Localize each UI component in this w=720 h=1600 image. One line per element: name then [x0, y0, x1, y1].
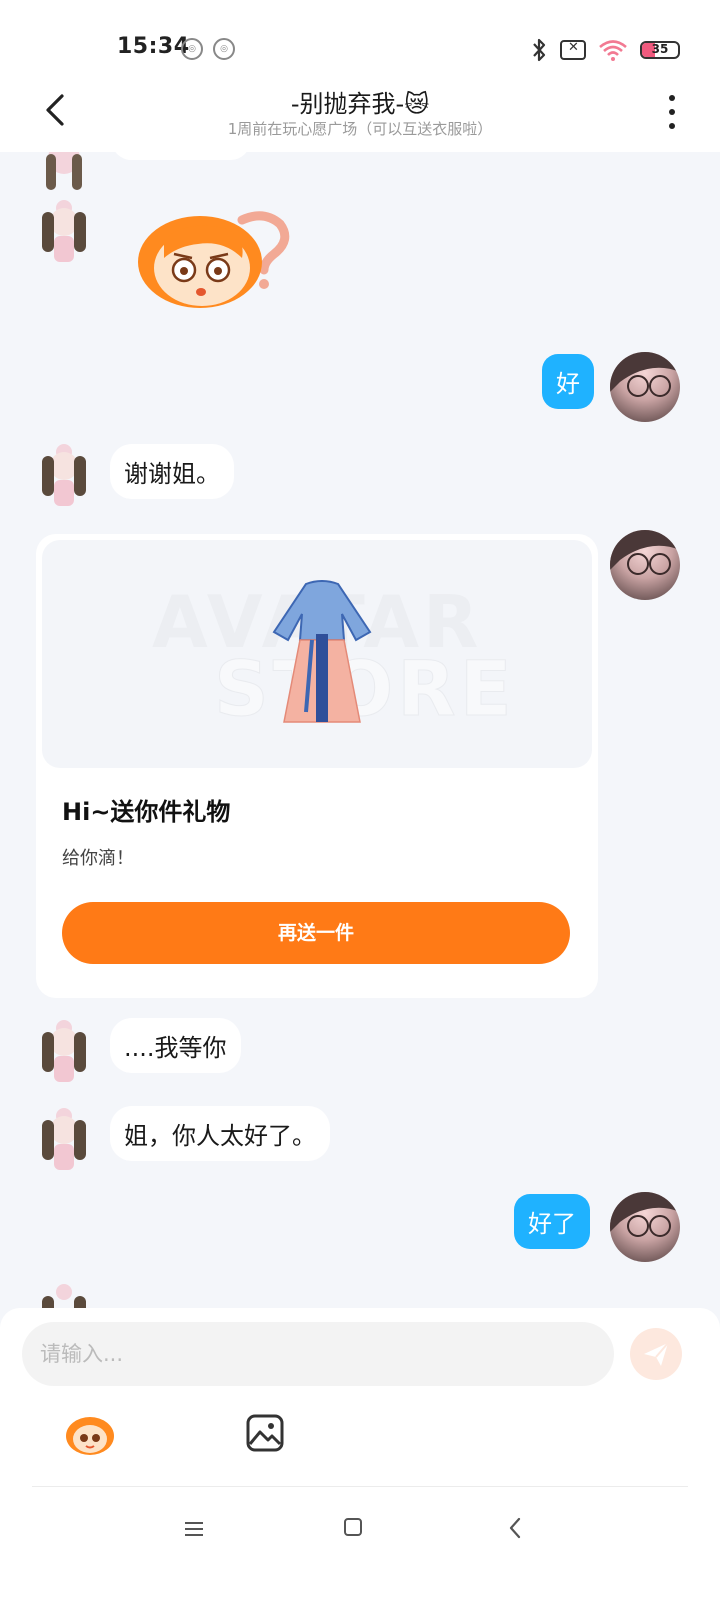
image-picker-button[interactable] [246, 1414, 284, 1452]
self-avatar[interactable] [610, 530, 680, 600]
system-back-button[interactable] [508, 1516, 522, 1540]
status-time: 15:34 [117, 34, 190, 59]
contact-avatar[interactable] [38, 198, 90, 266]
notification-icon: ◎ [213, 38, 235, 60]
message-bubble-self: 好 [542, 354, 594, 409]
emoji-button[interactable] [64, 1412, 116, 1456]
divider [32, 1486, 688, 1487]
gift-message: 给你滴！ [62, 848, 134, 869]
recent-apps-button[interactable] [184, 1520, 204, 1538]
bluetooth-icon [533, 38, 546, 62]
dot-icon [669, 109, 675, 115]
message-bubble-contact: ....我等你 [110, 1018, 241, 1073]
home-button[interactable] [344, 1518, 362, 1536]
contact-avatar[interactable] [38, 1106, 90, 1174]
chat-header: -别抛弃我-😿 1周前在玩心愿广场（可以互送衣服啦） [0, 80, 720, 152]
chat-subtitle: 1周前在玩心愿广场（可以互送衣服啦） [227, 120, 493, 138]
status-bar: 15:34 ◎ ◎ 35 [0, 0, 720, 80]
message-bubble-contact: 姐，你人太好了。 [110, 1106, 330, 1161]
gift-card[interactable]: AVATAR STORE Hi~送你件礼物 给你滴！ 再送一件 [36, 534, 598, 998]
battery-icon: 35 [640, 41, 680, 59]
glasses-icon [610, 530, 680, 575]
gift-title: Hi~送你件礼物 [62, 798, 231, 826]
glasses-icon [610, 1192, 680, 1237]
send-button[interactable] [630, 1328, 682, 1380]
send-another-gift-button[interactable]: 再送一件 [62, 902, 570, 964]
dress-icon [272, 580, 372, 723]
self-avatar[interactable] [610, 1192, 680, 1262]
contact-avatar[interactable] [38, 1018, 90, 1086]
notification-icon: ◎ [181, 38, 203, 60]
dot-icon [669, 95, 675, 101]
gift-preview: AVATAR STORE [42, 540, 592, 768]
chat-title: -别抛弃我-😿 [0, 84, 720, 119]
self-avatar[interactable] [610, 352, 680, 422]
more-options-button[interactable] [668, 92, 676, 129]
battery-level: 35 [651, 42, 669, 56]
message-bubble-self: 好了 [514, 1194, 590, 1249]
message-input[interactable] [22, 1322, 614, 1386]
dot-icon [669, 123, 675, 129]
chat-message-list[interactable]: 好 谢谢姐。 AVATAR STORE Hi~送你件礼物 给你滴！ 再 [0, 152, 720, 1332]
contact-avatar[interactable] [38, 442, 90, 510]
message-bubble-contact: 谢谢姐。 [110, 444, 234, 499]
crying-cat-icon: 😿 [404, 90, 430, 118]
input-panel [0, 1308, 720, 1600]
chat-title-text: -别抛弃我- [290, 90, 405, 118]
wifi-icon [599, 40, 627, 61]
message-bubble-partial [112, 152, 250, 160]
glasses-icon [610, 352, 680, 397]
no-sim-icon [560, 40, 586, 60]
send-icon [644, 1342, 669, 1366]
question-mark-sticker [138, 211, 290, 308]
status-icons: 35 [530, 36, 680, 64]
